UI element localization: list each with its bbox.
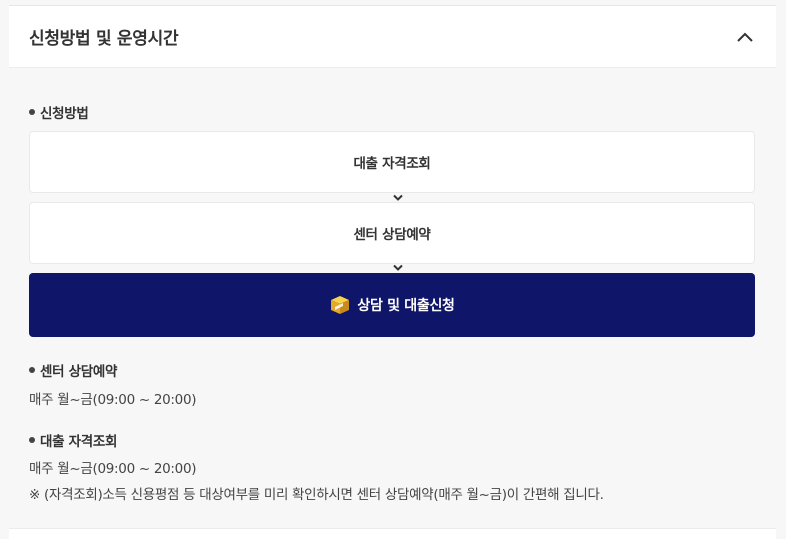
bullet-icon xyxy=(29,437,35,443)
panel-divider xyxy=(9,528,776,539)
eligibility-hours-heading: 대출 자격조회 xyxy=(29,430,117,450)
panel-header[interactable]: 신청방법 및 운영시간 xyxy=(9,6,776,68)
bullet-icon xyxy=(29,109,35,115)
apply-method-heading: 신청방법 xyxy=(29,102,89,122)
step-center-reservation: 센터 상담예약 xyxy=(29,202,755,264)
eligibility-hours-text: 매주 월~금(09:00 ~ 20:00) xyxy=(29,461,197,477)
reservation-hours-text: 매주 월~금(09:00 ~ 20:00) xyxy=(29,392,197,408)
chevron-down-icon xyxy=(393,194,403,201)
eligibility-hours-heading-label: 대출 자격조회 xyxy=(40,434,118,450)
step-eligibility-check: 대출 자격조회 xyxy=(29,131,755,193)
apply-info-panel: 신청방법 및 운영시간 신청방법 대출 자격조회 센터 상담예약 상담 및 대출… xyxy=(9,5,776,539)
cta-label: 상담 및 대출신청 xyxy=(357,298,455,314)
chevron-down-icon xyxy=(393,264,403,271)
reservation-hours-heading: 센터 상담예약 xyxy=(29,360,117,380)
panel-title: 신청방법 및 운영시간 xyxy=(29,29,179,49)
step-label: 센터 상담예약 xyxy=(353,227,431,243)
gift-box-icon xyxy=(331,296,350,314)
reservation-hours-heading-label: 센터 상담예약 xyxy=(40,364,118,380)
step-label: 대출 자격조회 xyxy=(353,156,431,172)
apply-method-heading-label: 신청방법 xyxy=(40,106,89,122)
chevron-up-icon[interactable] xyxy=(734,26,756,48)
bullet-icon xyxy=(29,367,35,373)
consult-and-loan-apply-button[interactable]: 상담 및 대출신청 xyxy=(29,273,755,337)
notice-text: ※ (자격조회)소득 신용평점 등 대상여부를 미리 확인하시면 센터 상담예약… xyxy=(29,487,604,503)
